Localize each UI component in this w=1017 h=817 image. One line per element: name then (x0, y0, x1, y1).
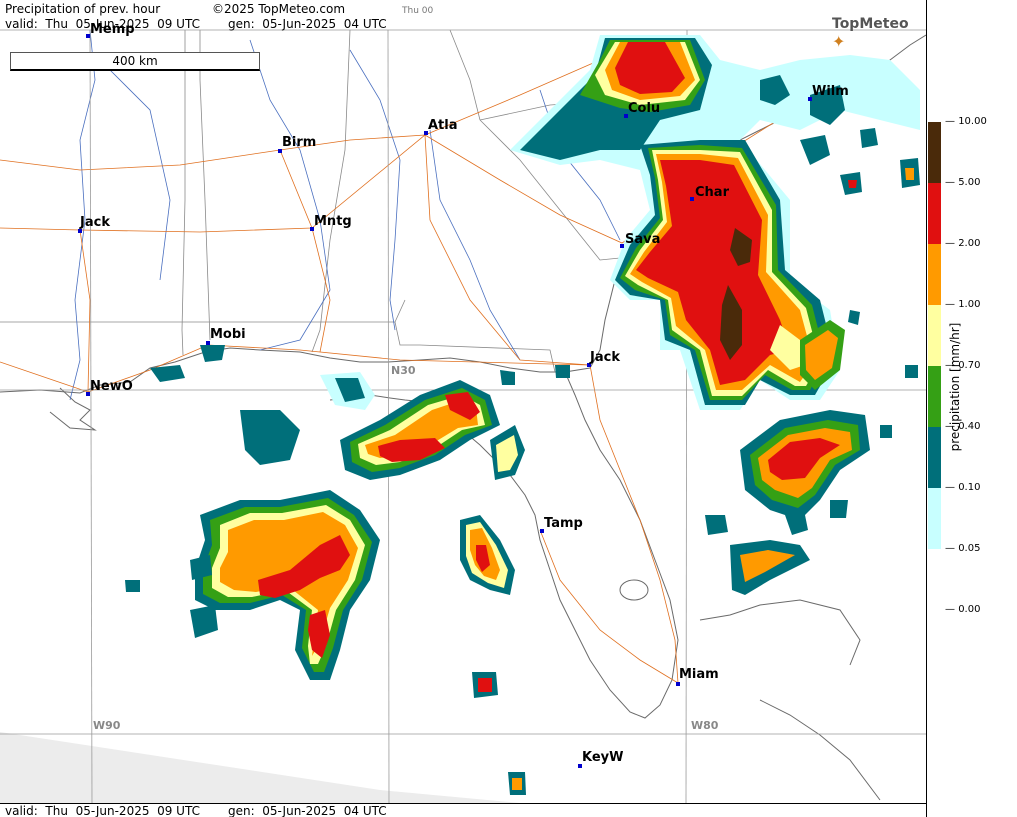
city-marker (690, 197, 694, 201)
city-label-char[interactable]: Char (695, 185, 729, 200)
map-title: Precipitation of prev. hour (5, 2, 161, 16)
copyright-text: ©2025 TopMeteo.com (212, 2, 346, 16)
map-panel[interactable]: Precipitation of prev. hour ©2025 TopMet… (0, 0, 926, 817)
legend-swatch-0-1 (928, 488, 941, 549)
legend-swatch-1 (928, 305, 941, 366)
legend-tick: — 2.00 (945, 238, 981, 249)
scale-bar-label: 400 km (112, 54, 158, 68)
precip-cell-gulf (125, 345, 570, 795)
grid-label-n30: N30 (391, 364, 416, 377)
city-marker (620, 244, 624, 248)
map-canvas (0, 29, 926, 804)
grid-label-w80: W80 (691, 719, 719, 732)
scale-bar: 400 km (10, 52, 260, 71)
no-data-area (0, 732, 520, 803)
legend-tick: — 10.00 (945, 116, 987, 127)
city-label-memp[interactable]: Memp (90, 22, 135, 37)
topmeteo-logo[interactable]: TopMeteo ✦ (832, 16, 926, 51)
model-run-label: Thu 00 (402, 6, 434, 16)
legend-title: precipitation [mm/hr] (948, 322, 962, 452)
city-label-newo[interactable]: NewO (90, 379, 133, 394)
legend-swatch-2 (928, 244, 941, 305)
legend-tick: — 0.05 (945, 543, 981, 554)
compass-star-icon: ✦ (832, 32, 846, 51)
footer-valid-time: valid: Thu 05-Jun-2025 09 UTC (5, 804, 200, 817)
city-label-birm[interactable]: Birm (282, 135, 316, 150)
city-label-jack-ms[interactable]: Jack (80, 215, 110, 230)
footer-generated-time: gen: 05-Jun-2025 04 UTC (228, 804, 387, 817)
legend-swatch-0-7 (928, 366, 941, 427)
grid-label-w90: W90 (93, 719, 121, 732)
legend-tick: — 5.00 (945, 177, 981, 188)
legend-swatch-0-4 (928, 427, 941, 488)
city-label-wilm[interactable]: Wilm (812, 84, 849, 99)
precipitation-legend: — 10.00 — 5.00 — 2.00 — 1.00 — 0.70 — 0.… (926, 0, 1017, 817)
city-label-colu[interactable]: Colu (628, 101, 660, 116)
city-label-atla[interactable]: Atla (428, 118, 458, 133)
precipitation-overlay (125, 35, 920, 795)
legend-swatch-5 (928, 183, 941, 244)
city-label-jack-fl[interactable]: Jack (590, 350, 620, 365)
legend-tick: — 0.10 (945, 482, 981, 493)
city-label-sava[interactable]: Sava (625, 232, 660, 247)
logo-text: TopMeteo (832, 16, 909, 32)
city-label-tamp[interactable]: Tamp (544, 516, 583, 531)
city-label-miam[interactable]: Miam (679, 667, 719, 682)
footer-bar: valid: Thu 05-Jun-2025 09 UTC gen: 05-Ju… (0, 803, 926, 817)
city-label-mobi[interactable]: Mobi (210, 327, 246, 342)
generated-time-text: gen: 05-Jun-2025 04 UTC (228, 17, 387, 31)
city-marker (676, 682, 680, 686)
legend-swatch-10 (928, 122, 941, 183)
precip-cell-carolinas (510, 35, 920, 410)
legend-tick: — 0.00 (945, 604, 981, 615)
city-label-keyw[interactable]: KeyW (582, 750, 623, 765)
city-label-mntg[interactable]: Mntg (314, 214, 352, 229)
